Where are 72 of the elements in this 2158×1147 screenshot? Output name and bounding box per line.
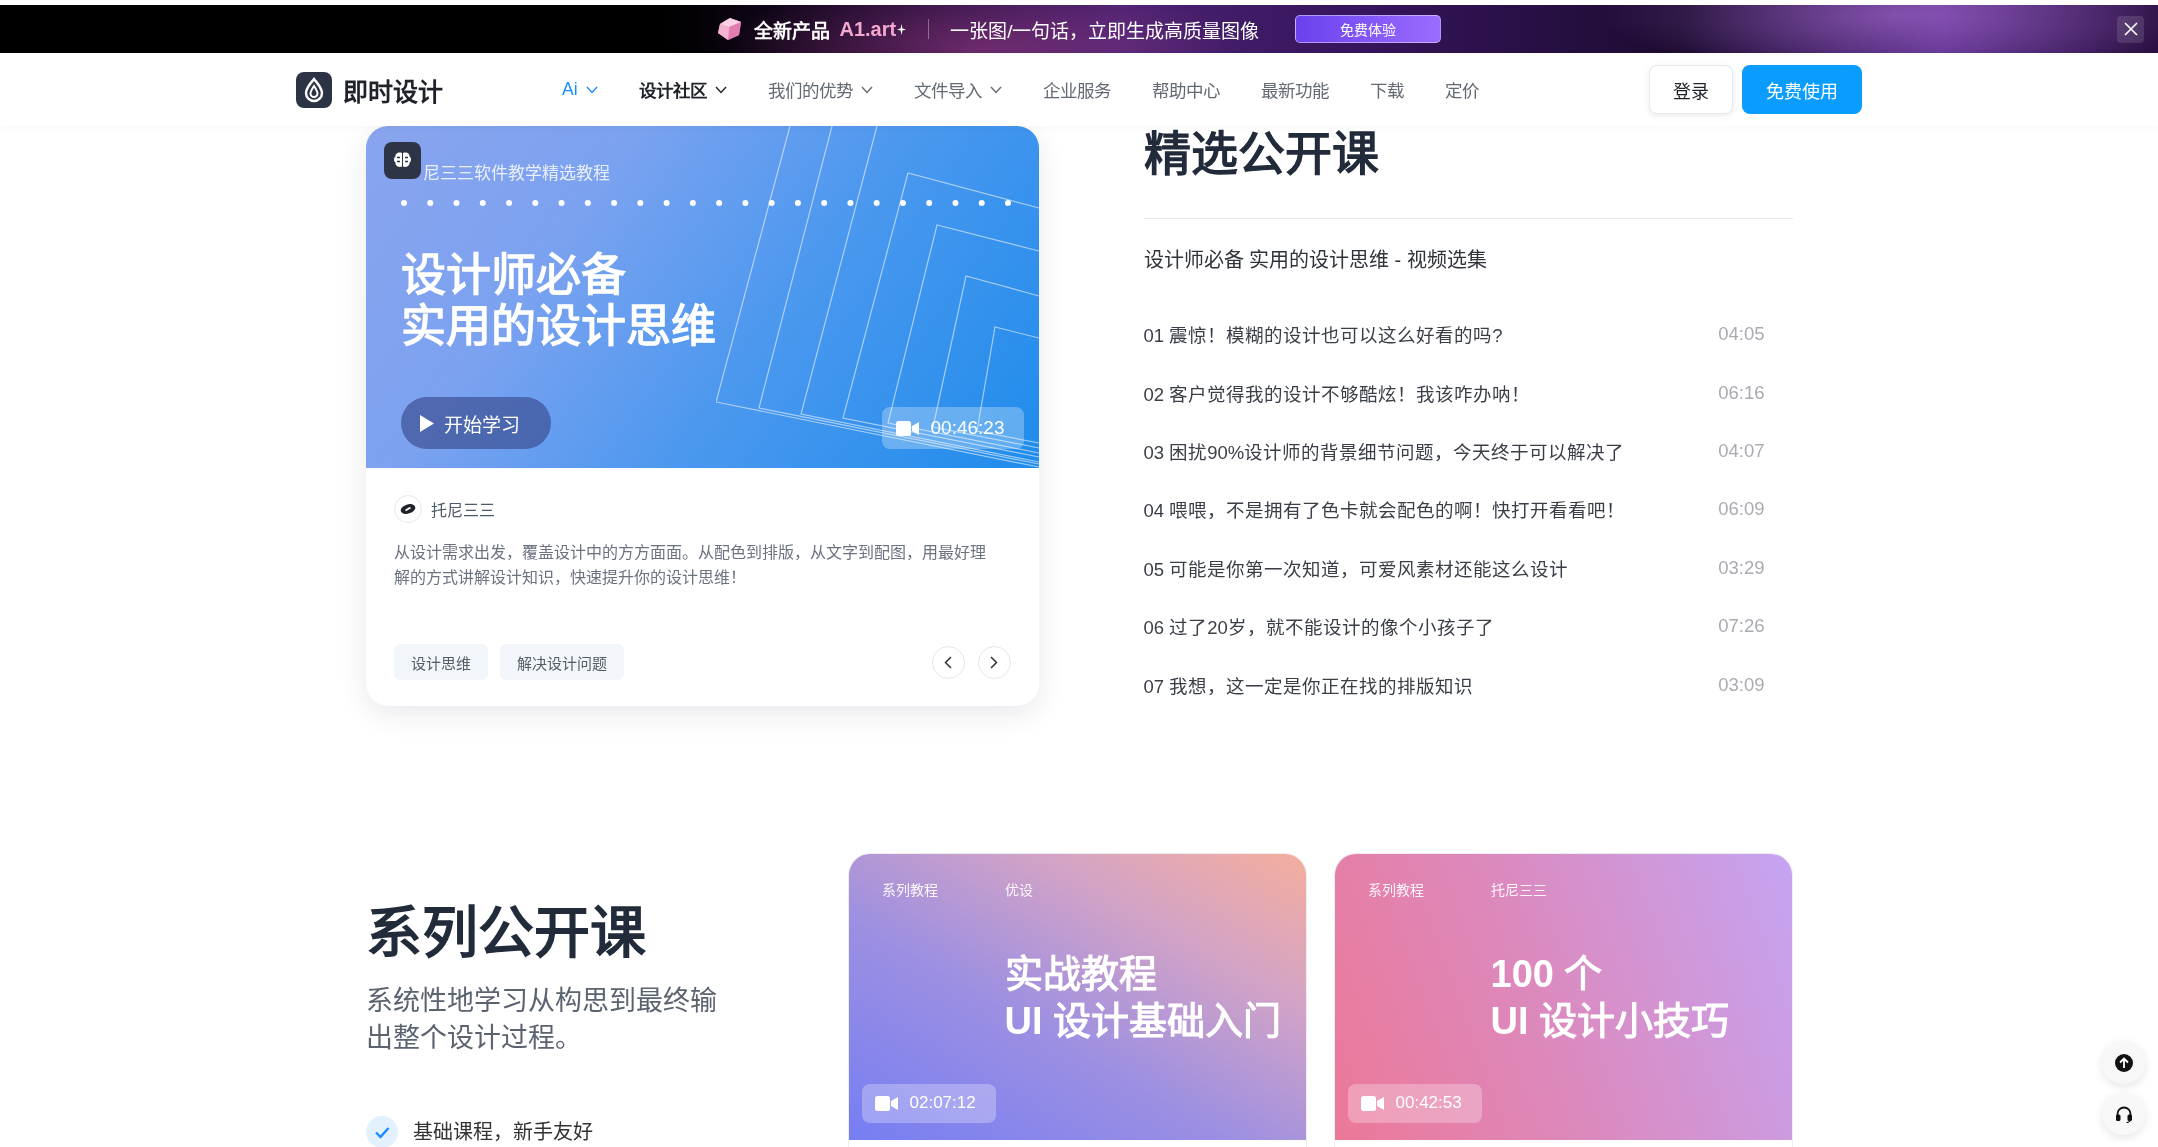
chevron-down-icon (585, 85, 598, 94)
video-camera-icon (895, 420, 919, 436)
author-name: 托尼三三 (430, 501, 495, 521)
play-icon (419, 414, 434, 432)
episode-duration: 04:07 (1718, 439, 1765, 462)
chevron-down-icon (860, 85, 873, 94)
section-heading: 系列公开课 (365, 899, 647, 966)
login-button[interactable]: 登录 (1649, 65, 1733, 114)
close-button[interactable] (2117, 15, 2144, 43)
section-subtitle: 设计师必备 实用的设计思维 - 视频选集 (1143, 248, 1488, 273)
video-camera-icon (874, 1095, 898, 1111)
nav-link[interactable]: 最新功能 (1260, 77, 1329, 102)
nav-link[interactable]: 文件导入 (913, 77, 1002, 102)
next-button[interactable] (977, 645, 1011, 679)
nav-link[interactable]: 我们的优势 (767, 77, 873, 102)
episode-title[interactable]: 02 客户觉得我的设计不够酷炫！我该咋办呐！ (1143, 379, 1531, 406)
episode-title[interactable]: 05 可能是你第一次知道，可爱风素材还能这么设计 (1143, 554, 1569, 581)
episode-duration: 03:09 (1718, 673, 1765, 696)
chevron-right-icon (990, 655, 998, 669)
previous-button[interactable] (931, 645, 965, 679)
episode-title[interactable]: 01 震惊！模糊的设计也可以这么好看的吗? (1143, 321, 1503, 348)
course-title: 设计师必备 (400, 250, 626, 301)
nav-link[interactable]: 定价 (1444, 77, 1479, 102)
episode-duration: 03:29 (1718, 556, 1765, 579)
chevron-left-icon (944, 655, 952, 669)
close-icon (2123, 22, 2138, 36)
gem-icon (716, 17, 743, 41)
episode-title[interactable]: 03 困扰90%设计师的背景细节问题，今天终于可以解决了 (1143, 437, 1625, 464)
product-name: A1.art (839, 17, 897, 41)
headset-icon (2114, 1104, 2133, 1123)
avatar-icon (393, 495, 422, 523)
sparkle-icon (897, 24, 907, 35)
nav-link[interactable]: 帮助中心 (1151, 77, 1220, 102)
course-title: 实用的设计思维 (400, 301, 716, 352)
episode-title[interactable]: 07 我想，这一定是你正在找的排版知识 (1143, 671, 1474, 698)
chevron-down-icon (989, 85, 1002, 94)
promo-label: 全新产品 (753, 19, 830, 43)
course-description: 从设计需求出发，覆盖设计中的方方面面。从配色到排版，从文字到配图，用最好理解的方式讲解设计知识，快速提升你的设计思维！ (393, 543, 987, 588)
nav-link[interactable]: 企业服务 (1042, 77, 1111, 102)
episode-duration: 04:05 (1718, 323, 1765, 346)
duration-text: 02:07:12 (909, 1093, 976, 1114)
feature-label: 基础课程，新手友好 (412, 1119, 593, 1145)
author-name: 托尼三三 (1490, 880, 1547, 900)
arrow-up-icon (2114, 1053, 2133, 1072)
course-title: 100 个 UI 设计小技巧 (1490, 951, 1731, 1044)
topic-tag[interactable]: 解决设计问题 (499, 644, 624, 680)
nav-link[interactable]: Ai (562, 79, 598, 100)
promo-tagline: 一张图/一句话，立即生成高质量图像 (950, 19, 1260, 43)
video-camera-icon (1360, 1095, 1384, 1111)
try-free-button[interactable]: 免费体验 (1295, 15, 1442, 43)
topic-tag[interactable]: 设计思维 (393, 644, 488, 680)
duration-text: 00:46:23 (930, 417, 1005, 439)
series-label: 尼三三软件教学精选教程 (422, 163, 611, 185)
section-heading: 精选公开课 (1143, 126, 1380, 182)
brand-name: 即时设计 (343, 76, 443, 108)
duration-text: 00:42:53 (1395, 1093, 1462, 1114)
nav-link[interactable]: 下载 (1369, 77, 1404, 102)
episode-title[interactable]: 06 过了20岁，就不能设计的像个小孩子了 (1143, 613, 1494, 640)
brain-icon (383, 142, 421, 179)
category-label: 系列教程 (881, 880, 939, 900)
category-label: 系列教程 (1367, 880, 1425, 900)
nav-link[interactable]: 设计社区 (638, 77, 727, 102)
episode-duration: 07:26 (1718, 615, 1765, 638)
episode-duration: 06:16 (1718, 381, 1765, 404)
logo-icon (296, 71, 332, 108)
chevron-down-icon (714, 85, 727, 94)
episode-duration: 06:09 (1718, 498, 1765, 521)
section-description: 系统性地学习从构思到最终输出整个设计过程。 (365, 984, 718, 1055)
episode-title[interactable]: 04 喂喂，不是拥有了色卡就会配色的啊！快打开看看吧！ (1143, 496, 1626, 523)
course-title: 实战教程 UI 设计基础入门 (1004, 951, 1283, 1044)
start-button[interactable]: 开始学习 (400, 397, 551, 449)
author-name: 优设 (1004, 880, 1033, 900)
